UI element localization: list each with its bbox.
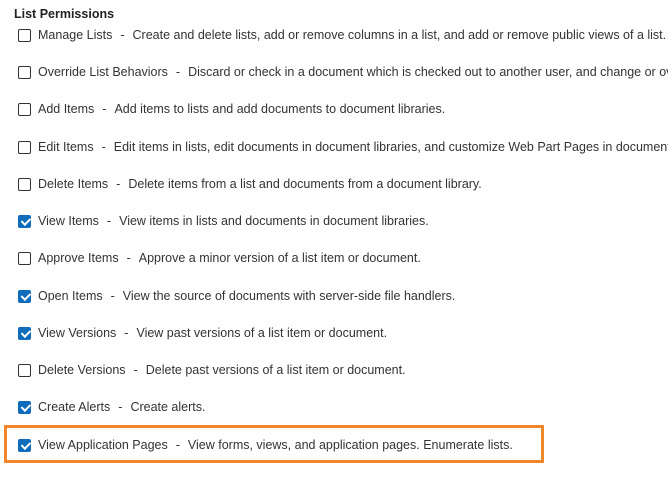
permission-row-approve-items[interactable]: Approve Items - Approve a minor version …: [18, 249, 421, 267]
permission-name: View Items: [38, 214, 99, 228]
section-title: List Permissions: [14, 7, 115, 21]
checkbox-manage-lists[interactable]: [18, 28, 31, 42]
permission-separator: -: [102, 102, 107, 116]
permission-name: Approve Items: [38, 251, 119, 265]
permission-separator: -: [120, 28, 125, 42]
permission-name: Add Items: [38, 102, 95, 116]
permission-name: View Versions: [38, 326, 117, 340]
permission-separator: -: [116, 177, 121, 191]
checkbox-open-items[interactable]: [18, 289, 31, 303]
checkbox-create-alerts[interactable]: [18, 400, 31, 414]
highlight-box: [4, 425, 544, 463]
checkbox-delete-versions[interactable]: [18, 363, 31, 377]
permission-name: Open Items: [38, 289, 103, 303]
checkbox-edit-items[interactable]: [18, 140, 31, 154]
permission-row-view-versions[interactable]: View Versions - View past versions of a …: [18, 324, 387, 342]
permission-description: View past versions of a list item or doc…: [136, 326, 388, 340]
permission-row-delete-versions[interactable]: Delete Versions - Delete past versions o…: [18, 361, 406, 379]
permission-separator: -: [124, 326, 129, 340]
permission-name: Edit Items: [38, 140, 94, 154]
permission-row-open-items[interactable]: Open Items - View the source of document…: [18, 287, 455, 305]
permission-name: Override List Behaviors: [38, 65, 168, 79]
permission-row-delete-items[interactable]: Delete Items - Delete items from a list …: [18, 175, 482, 193]
permission-row-edit-items[interactable]: Edit Items - Edit items in lists, edit d…: [18, 138, 668, 156]
permission-row-manage-lists[interactable]: Manage Lists - Create and delete lists, …: [18, 26, 666, 44]
checkbox-delete-items[interactable]: [18, 177, 31, 191]
permission-description: Add items to lists and add documents to …: [114, 102, 446, 116]
permission-name: Create Alerts: [38, 400, 111, 414]
permission-row-override-list-behaviors[interactable]: Override List Behaviors - Discard or che…: [18, 63, 668, 81]
permission-description: Edit items in lists, edit documents in d…: [113, 140, 668, 154]
permission-description: Delete items from a list and documents f…: [128, 177, 482, 191]
permission-separator: -: [106, 214, 112, 228]
permission-separator: -: [118, 400, 123, 414]
checkbox-override-list-behaviors[interactable]: [18, 65, 31, 79]
permission-separator: -: [175, 65, 181, 79]
permission-separator: -: [101, 140, 106, 154]
permission-separator: -: [133, 363, 138, 377]
permission-description: Delete past versions of a list item or d…: [145, 363, 406, 377]
permission-separator: -: [126, 251, 131, 265]
permission-row-view-items[interactable]: View Items - View items in lists and doc…: [18, 212, 429, 230]
permission-name: Delete Items: [38, 177, 109, 191]
permission-row-add-items[interactable]: Add Items - Add items to lists and add d…: [18, 100, 445, 118]
permission-description: Create alerts.: [130, 400, 206, 414]
permission-name: Manage Lists: [38, 28, 113, 42]
permission-separator: -: [110, 289, 115, 303]
checkbox-view-items[interactable]: [18, 214, 31, 228]
permission-description: View items in lists and documents in doc…: [119, 214, 429, 228]
checkbox-approve-items[interactable]: [18, 251, 31, 265]
permission-description: Create and delete lists, add or remove c…: [132, 28, 667, 42]
list-permissions-panel: List Permissions Manage Lists - Create a…: [0, 0, 668, 480]
permission-name: Delete Versions: [38, 363, 126, 377]
checkbox-view-versions[interactable]: [18, 326, 31, 340]
permission-description: Approve a minor version of a list item o…: [138, 251, 421, 265]
permission-row-create-alerts[interactable]: Create Alerts - Create alerts.: [18, 398, 205, 416]
checkbox-add-items[interactable]: [18, 102, 31, 116]
permission-description: View the source of documents with server…: [122, 289, 456, 303]
permission-description: Discard or check in a document which is …: [188, 65, 668, 79]
